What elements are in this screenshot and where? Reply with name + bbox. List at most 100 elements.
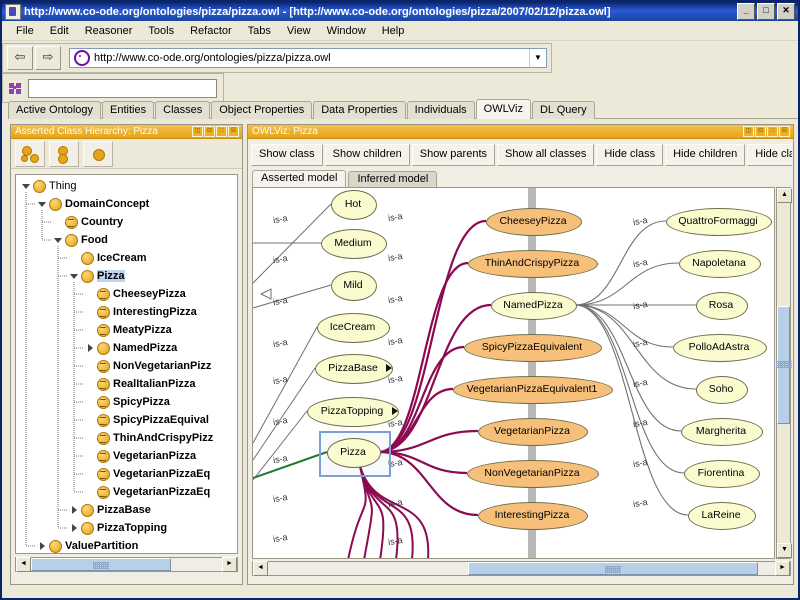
maximize-panel-button[interactable]: □ bbox=[767, 126, 778, 137]
owlviz-graph-canvas[interactable]: is-a is-a is-a is-a is-a is-a is-a is-a is-a is-a… bbox=[252, 187, 775, 559]
menu-view[interactable]: View bbox=[279, 23, 319, 39]
hide-children-button[interactable]: Hide children bbox=[665, 144, 746, 166]
hscroll-right-button[interactable]: ► bbox=[222, 557, 237, 572]
tree-item[interactable]: NonVegetarianPizz bbox=[86, 358, 211, 374]
tree-item[interactable]: Thing bbox=[22, 178, 77, 194]
menu-tabs[interactable]: Tabs bbox=[240, 23, 279, 39]
hscroll-left-button[interactable]: ◄ bbox=[253, 561, 268, 576]
graph-hscrollbar[interactable]: ◄ ► bbox=[252, 561, 791, 576]
hscroll-thumb[interactable] bbox=[31, 558, 171, 571]
chevron-right-icon[interactable] bbox=[70, 505, 79, 515]
vscroll-thumb[interactable] bbox=[775, 306, 792, 424]
menu-help[interactable]: Help bbox=[374, 23, 413, 39]
tree-item[interactable]: CheeseyPizza bbox=[86, 286, 186, 302]
tree-item[interactable]: Country bbox=[54, 214, 123, 230]
close-panel-button[interactable]: ☒ bbox=[779, 126, 790, 137]
graph-node-napoletana[interactable]: Napoletana bbox=[679, 250, 761, 278]
graph-node-polloadastra[interactable]: PolloAdAstra bbox=[673, 334, 767, 362]
tree-item[interactable]: IceCream bbox=[70, 250, 147, 266]
graph-node-quattroformaggi[interactable]: QuattroFormaggi bbox=[666, 208, 772, 236]
hide-class-button[interactable]: Hide class bbox=[596, 144, 664, 166]
add-subclass-button[interactable] bbox=[15, 140, 45, 167]
forward-button[interactable]: ⇨ bbox=[35, 46, 61, 70]
tree-item[interactable]: ValuePartition bbox=[38, 538, 138, 553]
class-hierarchy-hscrollbar[interactable]: ◄ ► bbox=[15, 557, 238, 572]
menu-edit[interactable]: Edit bbox=[42, 23, 77, 39]
tab-owlviz[interactable]: OWLViz bbox=[475, 99, 531, 119]
hide-classes-p-button[interactable]: Hide classes p bbox=[747, 144, 792, 166]
graph-node-spicypizzaequivalent[interactable]: SpicyPizzaEquivalent bbox=[464, 334, 602, 362]
tree-item[interactable]: SpicyPizzaEquival bbox=[86, 412, 209, 428]
hscroll-thumb[interactable] bbox=[468, 562, 758, 575]
expand-children-icon[interactable] bbox=[386, 364, 392, 372]
menu-refactor[interactable]: Refactor bbox=[182, 23, 240, 39]
tree-item[interactable]: MeatyPizza bbox=[86, 322, 172, 338]
chevron-down-icon[interactable]: ▼ bbox=[529, 49, 546, 67]
tab-individuals[interactable]: Individuals bbox=[406, 101, 475, 119]
hscroll-left-button[interactable]: ◄ bbox=[16, 557, 31, 572]
tree-item[interactable]: InterestingPizza bbox=[86, 304, 197, 320]
tree-item[interactable]: RealItalianPizza bbox=[86, 376, 196, 392]
graph-node-pizzabase[interactable]: PizzaBase bbox=[315, 354, 393, 384]
menu-tools[interactable]: Tools bbox=[140, 23, 182, 39]
graph-node-thinandcrispypizza[interactable]: ThinAndCrispyPizza bbox=[468, 250, 598, 278]
vscroll-up-button[interactable]: ▲ bbox=[777, 188, 792, 203]
graph-node-fiorentina[interactable]: Fiorentina bbox=[684, 460, 760, 488]
menu-reasoner[interactable]: Reasoner bbox=[77, 23, 141, 39]
graph-node-pizza[interactable]: Pizza bbox=[327, 438, 381, 468]
tree-item[interactable]: PizzaBase bbox=[70, 502, 151, 518]
show-class-button[interactable]: Show class bbox=[251, 144, 323, 166]
show-parents-button[interactable]: Show parents bbox=[411, 144, 495, 166]
tree-item[interactable]: PizzaTopping bbox=[70, 520, 167, 536]
tree-item[interactable]: VegetarianPizzaEq bbox=[86, 484, 210, 500]
close-panel-button[interactable]: ☒ bbox=[228, 126, 239, 137]
hscroll-track[interactable] bbox=[268, 562, 775, 575]
graph-node-namedpizza[interactable]: NamedPizza bbox=[491, 292, 577, 320]
tab-inferred-model[interactable]: Inferred model bbox=[348, 171, 438, 188]
chevron-down-icon[interactable] bbox=[38, 200, 47, 209]
graph-node-mild[interactable]: Mild bbox=[331, 271, 377, 301]
graph-node-medium[interactable]: Medium bbox=[321, 229, 387, 259]
minimize-button[interactable]: _ bbox=[737, 3, 755, 20]
collapse-panel-button[interactable]: ⊟ bbox=[204, 126, 215, 137]
menu-window[interactable]: Window bbox=[319, 23, 374, 39]
graph-node-vegetarianpizza[interactable]: VegetarianPizza bbox=[478, 418, 588, 446]
tree-item[interactable]: VegetarianPizzaEq bbox=[86, 466, 210, 482]
graph-node-vegetarianpizzaequivalent1[interactable]: VegetarianPizzaEquivalent1 bbox=[453, 376, 613, 404]
tree-item[interactable]: NamedPizza bbox=[86, 340, 177, 356]
expand-children-icon[interactable] bbox=[392, 407, 398, 415]
show-all-classes-button[interactable]: Show all classes bbox=[497, 144, 595, 166]
chevron-down-icon[interactable] bbox=[70, 272, 79, 281]
graph-node-hot[interactable]: Hot bbox=[331, 190, 377, 220]
tree-item[interactable]: ThinAndCrispyPizz bbox=[86, 430, 213, 446]
chevron-down-icon[interactable] bbox=[22, 182, 31, 191]
tab-active-ontology[interactable]: Active Ontology bbox=[8, 101, 102, 119]
chevron-right-icon[interactable] bbox=[38, 541, 47, 551]
split-panel-button[interactable]: ◫ bbox=[192, 126, 203, 137]
back-button[interactable]: ⇦ bbox=[7, 46, 33, 70]
graph-node-cheeseypizza[interactable]: CheeseyPizza bbox=[486, 208, 582, 236]
tree-item[interactable]: DomainConcept bbox=[38, 196, 149, 212]
graph-node-soho[interactable]: Soho bbox=[696, 376, 748, 404]
tab-data-properties[interactable]: Data Properties bbox=[313, 101, 406, 119]
tab-dl-query[interactable]: DL Query bbox=[531, 101, 595, 119]
close-button[interactable]: ✕ bbox=[777, 3, 795, 20]
tree-item[interactable]: VegetarianPizza bbox=[86, 448, 196, 464]
graph-node-lareine[interactable]: LaReine bbox=[688, 502, 756, 530]
delete-class-button[interactable] bbox=[83, 140, 113, 167]
graph-node-icecream[interactable]: IceCream bbox=[317, 313, 390, 343]
graph-vscrollbar[interactable]: ▲ ▼ bbox=[775, 187, 792, 559]
collapse-panel-button[interactable]: ⊟ bbox=[755, 126, 766, 137]
search-input[interactable] bbox=[28, 78, 217, 98]
tab-entities[interactable]: Entities bbox=[102, 101, 155, 119]
tab-asserted-model[interactable]: Asserted model bbox=[252, 170, 347, 188]
add-sibling-class-button[interactable] bbox=[49, 140, 79, 167]
show-children-button[interactable]: Show children bbox=[324, 144, 410, 166]
ontology-url-combo[interactable]: http://www.co-ode.org/ontologies/pizza/p… bbox=[69, 48, 547, 68]
tree-item[interactable]: Pizza bbox=[70, 268, 125, 284]
hscroll-track[interactable] bbox=[31, 558, 222, 571]
maximize-panel-button[interactable]: □ bbox=[216, 126, 227, 137]
split-panel-button[interactable]: ◫ bbox=[743, 126, 754, 137]
chevron-right-icon[interactable] bbox=[70, 523, 79, 533]
tab-classes[interactable]: Classes bbox=[155, 101, 211, 119]
